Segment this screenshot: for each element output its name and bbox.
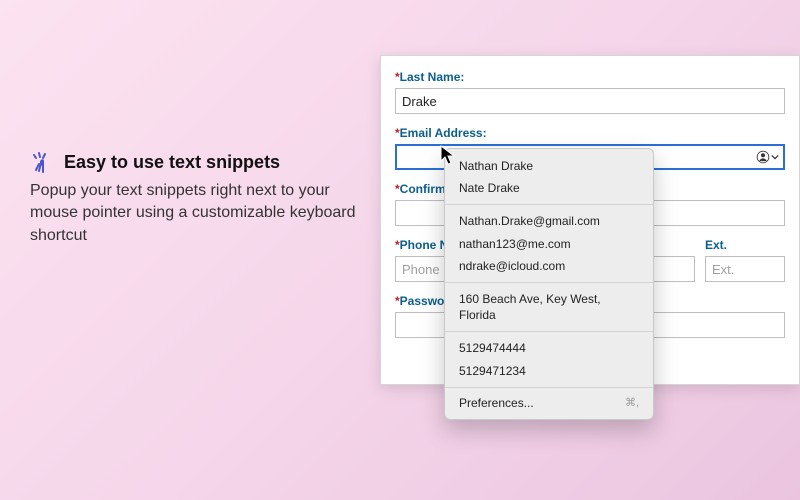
- snippet-item[interactable]: Nate Drake: [445, 177, 653, 199]
- snippet-item[interactable]: ndrake@icloud.com: [445, 255, 653, 277]
- snippet-item[interactable]: Nathan Drake: [445, 155, 653, 177]
- last-name-label: *Last Name:: [395, 70, 785, 84]
- ext-input[interactable]: [705, 256, 785, 282]
- snap-fingers-icon: [30, 150, 54, 174]
- contact-autofill-icon[interactable]: [756, 150, 779, 164]
- snippet-item[interactable]: 160 Beach Ave, Key West, Florida: [445, 288, 653, 326]
- promo-title: Easy to use text snippets: [64, 152, 280, 173]
- preferences-shortcut: ⌘,: [625, 396, 639, 409]
- ext-label: Ext.: [705, 238, 785, 252]
- snippet-popup: Nathan Drake Nate Drake Nathan.Drake@gma…: [444, 148, 654, 420]
- snippet-item[interactable]: nathan123@me.com: [445, 233, 653, 255]
- email-label: *Email Address:: [395, 126, 785, 140]
- preferences-label: Preferences...: [459, 396, 534, 410]
- chevron-down-icon: [771, 153, 779, 161]
- popup-divider: [445, 387, 653, 388]
- snippet-item[interactable]: 5129474444: [445, 337, 653, 359]
- popup-divider: [445, 331, 653, 332]
- promo-header: Easy to use text snippets: [30, 150, 370, 174]
- email-label-text: Email Address:: [400, 126, 487, 140]
- promo-description: Popup your text snippets right next to y…: [30, 180, 370, 247]
- snippet-item[interactable]: 5129471234: [445, 360, 653, 382]
- last-name-input[interactable]: [395, 88, 785, 114]
- promo-block: Easy to use text snippets Popup your tex…: [30, 150, 370, 247]
- last-name-label-text: Last Name:: [400, 70, 465, 84]
- popup-divider: [445, 282, 653, 283]
- popup-divider: [445, 204, 653, 205]
- snippet-preferences-item[interactable]: Preferences... ⌘,: [445, 393, 653, 413]
- field-last-name: *Last Name:: [395, 70, 785, 114]
- snippet-item[interactable]: Nathan.Drake@gmail.com: [445, 210, 653, 232]
